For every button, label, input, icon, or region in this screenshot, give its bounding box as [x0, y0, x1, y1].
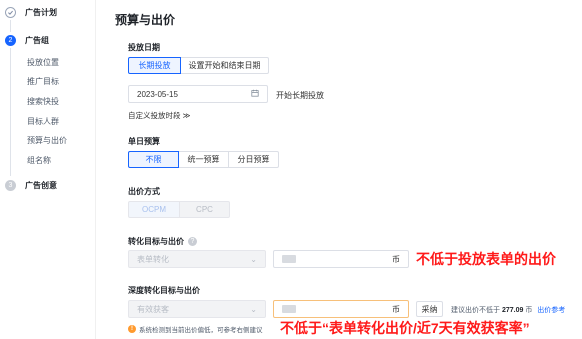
annotation-deep-bid: 不低于“表单转化出价/近7天有效获客率”: [280, 320, 530, 336]
suggest-unit: 币: [525, 307, 533, 314]
sidebar: 广告计划 2 广告组 投放位置 推广目标 搜索快投 目标人群 预算与出价 组名称…: [0, 0, 96, 339]
deep-conversion-label: 深度转化目标与出价: [128, 286, 200, 295]
schedule-option-date-range[interactable]: 设置开始和结束日期: [180, 57, 269, 74]
conversion-goal-select[interactable]: 表单转化 ⌄: [128, 250, 266, 268]
bid-reference-link[interactable]: 出价参考: [537, 307, 565, 314]
conversion-label: 转化目标与出价: [128, 237, 184, 246]
chevron-down-icon: ⌄: [250, 254, 257, 264]
bid-option-ocpm[interactable]: OCPM: [128, 201, 180, 218]
custom-time-toggle[interactable]: 自定义投放时段 ≫: [128, 110, 190, 121]
sidebar-item-group-name[interactable]: 组名称: [27, 155, 51, 166]
currency-unit: 币: [392, 254, 400, 264]
step-number-badge: 3: [5, 180, 16, 191]
conversion-label-row: 转化目标与出价 ?: [128, 236, 197, 247]
check-icon: [5, 7, 16, 18]
budget-toggle: 不限 统一预算 分日预算: [128, 151, 279, 168]
deep-conversion-bid-input[interactable]: 币: [273, 300, 409, 318]
step-number-badge: 2: [5, 35, 16, 46]
budget-label: 单日预算: [128, 137, 160, 146]
schedule-option-long-term[interactable]: 长期投放: [128, 57, 181, 74]
deep-conversion-goal-select[interactable]: 有效获客 ⌄: [128, 300, 266, 318]
step-ad-creative[interactable]: 3 广告创意: [5, 180, 57, 191]
page-title: 预算与出价: [115, 13, 176, 27]
budget-option-daily[interactable]: 分日预算: [228, 151, 279, 168]
sidebar-item-promotion-goal[interactable]: 推广目标: [27, 76, 59, 87]
step-label: 广告计划: [25, 8, 57, 17]
step-label: 广告创意: [25, 181, 57, 190]
bid-method-toggle: OCPM CPC: [128, 201, 230, 218]
suggested-bid-row: 建议出价不低于 277.09 币 出价参考: [451, 305, 565, 315]
low-bid-warning: ! 系统检测到当前出价偏低，可参考右侧建议: [128, 324, 263, 334]
calendar-icon: [251, 89, 259, 99]
currency-unit: 币: [392, 304, 400, 314]
schedule-toggle: 长期投放 设置开始和结束日期: [128, 57, 269, 74]
suggest-value: 277.09: [501, 307, 524, 314]
step-connector: [10, 20, 11, 32]
start-date-value: 2023-05-15: [137, 89, 178, 99]
help-icon[interactable]: ?: [188, 237, 197, 246]
suggest-text: 建议出价不低于: [451, 307, 500, 314]
deep-conversion-goal-value: 有效获客: [137, 304, 169, 314]
sidebar-item-placement[interactable]: 投放位置: [27, 57, 59, 68]
annotation-form-bid: 不低于投放表单的出价: [416, 251, 556, 267]
redacted-bid-value: [282, 255, 296, 263]
sidebar-item-audience[interactable]: 目标人群: [27, 116, 59, 127]
warning-text: 系统检测到当前出价偏低，可参考右侧建议: [139, 327, 263, 334]
bid-option-cpc[interactable]: CPC: [179, 201, 230, 218]
step-label: 广告组: [25, 36, 49, 45]
warning-icon: !: [128, 325, 136, 333]
budget-option-unified[interactable]: 统一预算: [178, 151, 229, 168]
sidebar-item-budget-bid[interactable]: 预算与出价: [27, 135, 67, 146]
step-ad-group[interactable]: 2 广告组: [5, 35, 49, 46]
conversion-bid-input[interactable]: 币: [273, 250, 409, 268]
start-date-input[interactable]: 2023-05-15: [128, 85, 268, 103]
conversion-goal-value: 表单转化: [137, 254, 169, 264]
budget-option-unlimited[interactable]: 不限: [128, 151, 179, 168]
adopt-button[interactable]: 采纳: [416, 301, 443, 317]
schedule-label: 投放日期: [128, 43, 160, 52]
redacted-bid-value: [282, 305, 296, 313]
step-ad-plan[interactable]: 广告计划: [5, 7, 57, 18]
bid-method-label: 出价方式: [128, 187, 160, 196]
start-long-term-text: 开始长期投放: [276, 91, 324, 100]
step-connector: [10, 48, 11, 176]
sidebar-item-search-quick[interactable]: 搜索快投: [27, 96, 59, 107]
chevron-down-icon: ⌄: [250, 304, 257, 314]
